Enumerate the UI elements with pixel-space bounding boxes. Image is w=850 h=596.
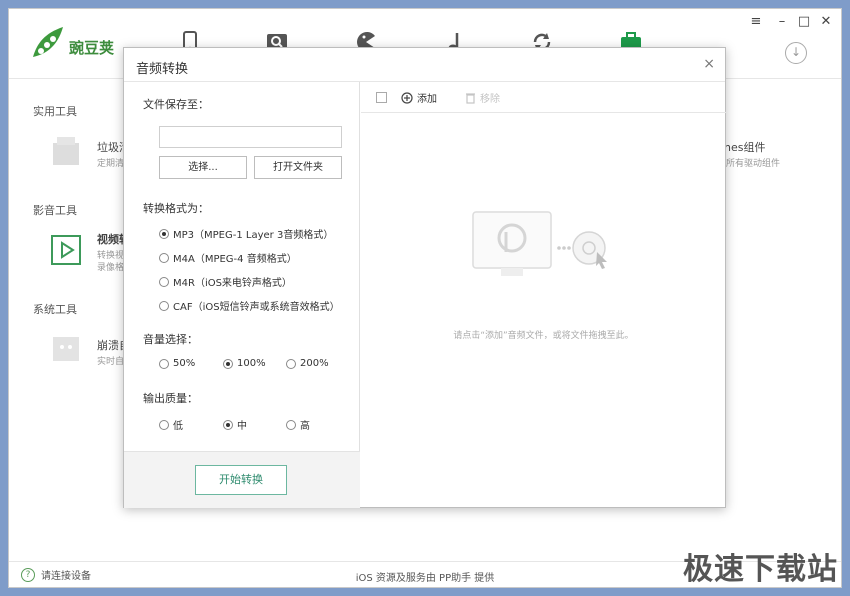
quality-option-medium[interactable]: 中 — [223, 417, 247, 432]
empty-state-hint: 请点击“添加”音频文件，或将文件拖拽至此。 — [453, 331, 634, 341]
volume-option-100[interactable]: 100% — [223, 358, 266, 369]
format-m4a-label: M4A（MPEG-4 音频格式） — [173, 254, 297, 265]
choose-folder-button[interactable]: 选择... — [159, 156, 247, 179]
trash-icon — [466, 92, 475, 104]
open-folder-button[interactable]: 打开文件夹 — [254, 156, 342, 179]
volume-200-label: 200% — [300, 358, 329, 369]
download-icon[interactable]: ↓ — [785, 42, 807, 64]
save-path-input[interactable] — [159, 126, 342, 148]
minimize-icon[interactable]: – — [773, 13, 791, 31]
quality-option-high[interactable]: 高 — [286, 417, 310, 432]
tool-desc-crash: 实时自 — [97, 357, 125, 367]
dialog-title: 音频转换 — [136, 62, 189, 77]
volume-100-label: 100% — [237, 358, 266, 369]
add-button[interactable]: 添加 — [401, 90, 437, 105]
quality-option-low[interactable]: 低 — [159, 417, 183, 432]
file-list-pane: 添加 移除 请点击“添加”音频文件，或将文件拖拽至此。 — [361, 82, 726, 508]
tool-desc-clean: 定期清 — [97, 159, 125, 169]
radio-volume-100[interactable] — [223, 358, 233, 369]
volume-option-50[interactable]: 50% — [159, 358, 195, 369]
close-window-icon[interactable]: ✕ — [817, 13, 835, 31]
video-convert-icon[interactable] — [49, 233, 83, 267]
add-icon — [401, 91, 413, 104]
tool-desc-itunes: 更所有驱动组件 — [717, 159, 781, 169]
settings-pane: 文件保存至： 选择... 打开文件夹 转换格式为： MP3（MPEG-1 Lay… — [124, 82, 360, 508]
format-option-mp3[interactable]: MP3（MPEG-1 Layer 3音频格式） — [159, 226, 333, 241]
format-label: 转换格式为： — [143, 202, 209, 215]
radio-quality-medium[interactable] — [223, 419, 233, 430]
remove-button[interactable]: 移除 — [465, 90, 500, 105]
section-title-utility: 实用工具 — [33, 105, 77, 118]
empty-state-illustration — [472, 211, 607, 276]
wandoujia-logo-icon — [33, 27, 63, 57]
volume-option-200[interactable]: 200% — [286, 358, 329, 369]
brand-name: 豌豆荚 — [69, 39, 115, 57]
dialog-close-icon[interactable]: × — [703, 56, 715, 72]
tool-desc-video-2: 录像格 — [97, 263, 125, 273]
file-toolbar: 添加 移除 — [361, 82, 726, 113]
quality-high-label: 高 — [300, 421, 310, 432]
start-convert-button[interactable]: 开始转换 — [195, 465, 287, 495]
volume-label: 音量选择： — [143, 333, 198, 346]
radio-m4a[interactable] — [159, 252, 169, 263]
format-option-m4a[interactable]: M4A（MPEG-4 音频格式） — [159, 250, 297, 265]
select-all-checkbox[interactable] — [376, 92, 387, 103]
watermark: 极速下载站 — [683, 552, 838, 587]
quality-low-label: 低 — [173, 421, 183, 432]
format-mp3-label: MP3（MPEG-1 Layer 3音频格式） — [173, 230, 334, 241]
radio-volume-200[interactable] — [286, 358, 296, 369]
format-caf-label: CAF（iOS短信铃声或系统音效格式） — [173, 302, 340, 313]
maximize-icon[interactable]: □ — [795, 13, 813, 31]
format-m4r-label: M4R（iOS来电铃声格式） — [173, 278, 292, 289]
trash-clean-icon[interactable] — [49, 133, 83, 167]
format-option-m4r[interactable]: M4R（iOS来电铃声格式） — [159, 274, 292, 289]
audio-convert-dialog: 音频转换 × 文件保存至： 选择... 打开文件夹 转换格式为： MP3（MPE… — [123, 47, 726, 508]
crash-repair-icon[interactable] — [49, 331, 83, 365]
menu-icon[interactable]: ≡ — [747, 13, 765, 31]
radio-caf[interactable] — [159, 300, 169, 311]
action-band: 开始转换 — [124, 451, 360, 508]
quality-medium-label: 中 — [237, 421, 247, 432]
volume-50-label: 50% — [173, 358, 196, 369]
add-label: 添加 — [417, 94, 437, 105]
radio-quality-low[interactable] — [159, 419, 169, 430]
radio-mp3[interactable] — [159, 228, 169, 239]
radio-m4r[interactable] — [159, 276, 169, 287]
save-to-label: 文件保存至： — [143, 98, 209, 111]
format-option-caf[interactable]: CAF（iOS短信铃声或系统音效格式） — [159, 298, 340, 313]
radio-volume-50[interactable] — [159, 358, 169, 369]
section-title-system: 系统工具 — [33, 303, 77, 316]
quality-label: 输出质量： — [143, 392, 198, 405]
remove-label: 移除 — [480, 94, 500, 105]
section-title-media: 影音工具 — [33, 204, 77, 217]
radio-quality-high[interactable] — [286, 419, 296, 430]
